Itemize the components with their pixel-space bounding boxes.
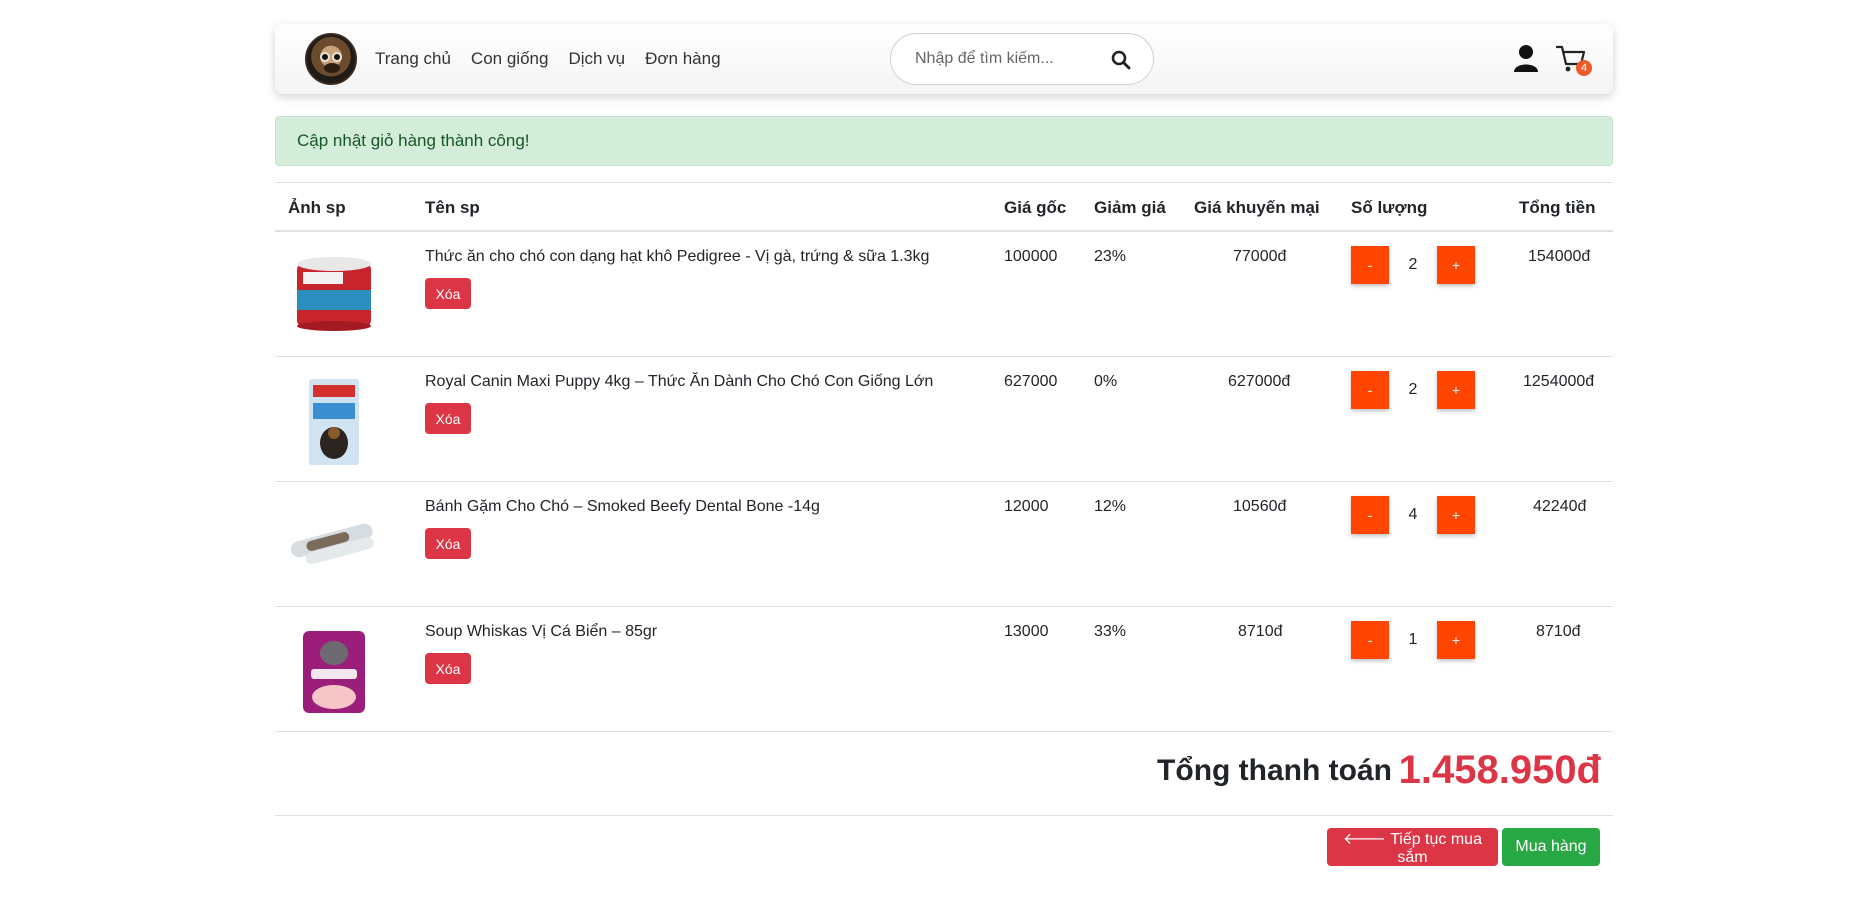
product-image-bone bbox=[290, 523, 374, 565]
quantity-value[interactable]: 4 bbox=[1389, 496, 1437, 534]
table-row: Thức ăn cho chó con dạng hạt khô Pedigre… bbox=[275, 232, 1613, 357]
product-name[interactable]: Royal Canin Maxi Puppy 4kg – Thức Ăn Dàn… bbox=[425, 373, 933, 391]
discount: 12% bbox=[1094, 498, 1127, 515]
product-image-can bbox=[297, 257, 371, 331]
order-summary: Tổng thanh toán 1.458.950đ bbox=[275, 734, 1613, 816]
logo-eye bbox=[320, 52, 330, 62]
delete-button[interactable]: Xóa bbox=[425, 278, 471, 309]
original-price: 627000 bbox=[1004, 373, 1058, 390]
success-alert: Cập nhật giỏ hàng thành công! bbox=[275, 116, 1613, 166]
nav-orders[interactable]: Đơn hàng bbox=[645, 49, 720, 69]
product-name[interactable]: Thức ăn cho chó con dạng hạt khô Pedigre… bbox=[425, 248, 929, 266]
navbar: Trang chủ Con giống Dịch vụ Đơn hàng 4 bbox=[275, 24, 1613, 94]
header-quantity: Số lượng bbox=[1351, 198, 1428, 217]
cart-count-badge: 4 bbox=[1576, 60, 1592, 76]
original-price: 13000 bbox=[1004, 623, 1049, 640]
increase-button[interactable]: + bbox=[1437, 621, 1475, 659]
table-row: Royal Canin Maxi Puppy 4kg – Thức Ăn Dàn… bbox=[275, 357, 1613, 482]
discount: 23% bbox=[1094, 248, 1127, 265]
quantity-value[interactable]: 1 bbox=[1389, 621, 1437, 659]
continue-shopping-label: Tiếp tục mua sắm bbox=[1390, 831, 1482, 866]
row-total: 42240đ bbox=[1533, 498, 1587, 515]
table-row: Soup Whiskas Vị Cá Biển – 85gr Xóa 13000… bbox=[275, 607, 1613, 732]
quantity-stepper: - 1 + bbox=[1277, 621, 1475, 661]
total-amount: 1.458.950đ bbox=[1398, 748, 1601, 792]
nav-services[interactable]: Dịch vụ bbox=[568, 49, 625, 69]
row-total: 154000đ bbox=[1528, 248, 1591, 265]
product-image-pouch bbox=[303, 631, 365, 713]
logo-eye bbox=[332, 52, 342, 62]
delete-button[interactable]: Xóa bbox=[425, 528, 471, 559]
nav-home[interactable]: Trang chủ bbox=[375, 49, 451, 69]
quantity-value[interactable]: 2 bbox=[1389, 246, 1437, 284]
product-name[interactable]: Soup Whiskas Vị Cá Biển – 85gr bbox=[425, 623, 657, 641]
cart-table: Ảnh sp Tên sp Giá gốc Giảm giá Giá khuyế… bbox=[275, 182, 1613, 732]
nav-breeds[interactable]: Con giống bbox=[471, 49, 549, 69]
discount: 33% bbox=[1094, 623, 1127, 640]
header-total: Tổng tiền bbox=[1519, 198, 1596, 217]
discount: 0% bbox=[1094, 373, 1118, 390]
increase-button[interactable]: + bbox=[1437, 496, 1475, 534]
decrease-button[interactable]: - bbox=[1351, 621, 1389, 659]
checkout-button[interactable]: Mua hàng bbox=[1502, 828, 1600, 866]
header-name: Tên sp bbox=[425, 198, 480, 217]
table-row: Bánh Gặm Cho Chó – Smoked Beefy Dental B… bbox=[275, 482, 1613, 607]
product-image-bag bbox=[309, 379, 359, 465]
increase-button[interactable]: + bbox=[1437, 371, 1475, 409]
search-input[interactable] bbox=[915, 50, 1105, 68]
increase-button[interactable]: + bbox=[1437, 246, 1475, 284]
quantity-stepper: - 4 + bbox=[1277, 496, 1475, 536]
header-discount: Giảm giá bbox=[1094, 198, 1166, 217]
header-image: Ảnh sp bbox=[288, 198, 346, 217]
quantity-stepper: - 2 + bbox=[1277, 371, 1475, 411]
decrease-button[interactable]: - bbox=[1351, 496, 1389, 534]
site-logo[interactable] bbox=[305, 33, 357, 85]
header-price: Giá gốc bbox=[1004, 198, 1067, 217]
logo-snout bbox=[324, 63, 340, 73]
sale-price: 8710đ bbox=[1238, 623, 1283, 640]
search-box bbox=[890, 33, 1154, 85]
continue-shopping-button[interactable]: 🡐 Tiếp tục mua sắm bbox=[1327, 828, 1498, 866]
original-price: 100000 bbox=[1004, 248, 1058, 265]
product-name[interactable]: Bánh Gặm Cho Chó – Smoked Beefy Dental B… bbox=[425, 498, 820, 516]
header-sale-price: Giá khuyến mại bbox=[1194, 198, 1320, 217]
decrease-button[interactable]: - bbox=[1351, 246, 1389, 284]
decrease-button[interactable]: - bbox=[1351, 371, 1389, 409]
delete-button[interactable]: Xóa bbox=[425, 653, 471, 684]
quantity-stepper: - 2 + bbox=[1277, 246, 1475, 286]
search-icon[interactable] bbox=[1111, 50, 1131, 70]
quantity-value[interactable]: 2 bbox=[1389, 371, 1437, 409]
row-total: 1254000đ bbox=[1523, 373, 1595, 390]
table-header: Ảnh sp Tên sp Giá gốc Giảm giá Giá khuyế… bbox=[275, 182, 1613, 232]
row-total: 8710đ bbox=[1536, 623, 1581, 640]
main-nav: Trang chủ Con giống Dịch vụ Đơn hàng bbox=[375, 24, 721, 94]
user-icon[interactable] bbox=[1513, 44, 1539, 72]
total-label: Tổng thanh toán bbox=[1157, 754, 1392, 787]
arrow-left-icon: 🡐 bbox=[1343, 831, 1391, 848]
delete-button[interactable]: Xóa bbox=[425, 403, 471, 434]
original-price: 12000 bbox=[1004, 498, 1049, 515]
